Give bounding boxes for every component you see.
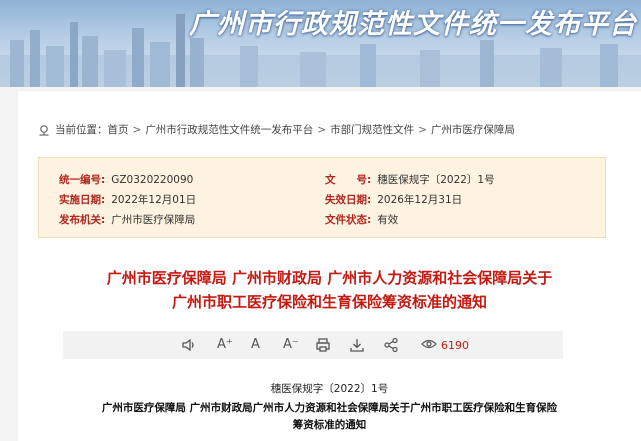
document-number: 穗医保规字〔2022〕1号 — [270, 383, 389, 395]
document-meta-box: 统一编号: GZ0320220090 文 号: 穗医保规字〔2022〕1号 实施日期… — [38, 157, 606, 238]
share-icon[interactable] — [383, 337, 399, 353]
meta-expiry: 失效日期: 2026年12月31日 — [325, 192, 462, 207]
meta-docno-label: 文 号: — [325, 174, 372, 186]
document-title-line2: 广州市职工医疗保险和生育保险筹资标准的通知 — [171, 293, 487, 311]
meta-serial: 统一编号: GZ0320220090 — [59, 172, 193, 187]
meta-status-value: 有效 — [377, 214, 399, 226]
meta-issuer-value: 广州市医疗保障局 — [111, 214, 196, 226]
meta-issuer-label: 发布机关: — [59, 214, 106, 226]
font-reset-button[interactable]: A — [251, 337, 260, 353]
location-pin-icon — [38, 124, 50, 136]
meta-status: 文件状态: 有效 — [325, 212, 398, 227]
breadcrumb-category-link[interactable]: 市部门规范性文件 — [330, 122, 414, 137]
font-increase-button[interactable]: A⁺ — [217, 337, 233, 353]
eye-icon — [421, 338, 437, 353]
breadcrumb-separator: > — [418, 123, 427, 136]
meta-issuer: 发布机关: 广州市医疗保障局 — [59, 212, 195, 227]
meta-serial-value: GZ0320220090 — [111, 174, 194, 186]
document-title-line1: 广州市医疗保障局 广州市财政局 广州市人力资源和社会保障局关于 — [106, 269, 553, 287]
site-title: 广州市行政规范性文件统一发布平台 — [189, 9, 637, 40]
meta-expiry-label: 失效日期: — [325, 194, 372, 206]
meta-docno-value: 穗医保规字〔2022〕1号 — [377, 174, 495, 186]
meta-expiry-value: 2026年12月31日 — [377, 194, 463, 206]
breadcrumb-platform-link[interactable]: 广州市行政规范性文件统一发布平台 — [145, 122, 313, 137]
print-icon[interactable] — [315, 337, 331, 353]
header-banner: 广州市行政规范性文件统一发布平台 — [0, 0, 641, 87]
speaker-icon[interactable] — [181, 337, 197, 353]
body-title-line1: 广州市医疗保障局 广州市财政局广州市人力资源和社会保障局关于广州市职工医疗保险和… — [101, 402, 558, 414]
content-card: 当前位置： 首页 > 广州市行政规范性文件统一发布平台 > 市部门规范性文件 >… — [18, 91, 641, 441]
body-title-line2: 筹资标准的通知 — [292, 419, 367, 431]
meta-status-label: 文件状态: — [325, 214, 372, 226]
view-count: 6190 — [421, 338, 469, 353]
article-toolbar: A⁺ A A⁻ 6190 — [63, 331, 563, 359]
breadcrumb-home-link[interactable]: 首页 — [108, 122, 129, 137]
font-decrease-button[interactable]: A⁻ — [283, 337, 299, 353]
breadcrumb-separator: > — [132, 123, 142, 136]
breadcrumb: 当前位置： 首页 > 广州市行政规范性文件统一发布平台 > 市部门规范性文件 >… — [38, 122, 515, 137]
meta-implementation: 实施日期: 2022年12月01日 — [59, 192, 196, 207]
meta-docno: 文 号: 穗医保规字〔2022〕1号 — [325, 172, 495, 187]
meta-impl-value: 2022年12月01日 — [111, 194, 197, 206]
view-count-value: 6190 — [441, 339, 469, 352]
download-icon[interactable] — [349, 337, 365, 353]
meta-serial-label: 统一编号: — [59, 174, 106, 186]
breadcrumb-agency-link[interactable]: 广州市医疗保障局 — [431, 122, 515, 137]
body-title: 广州市医疗保障局 广州市财政局广州市人力资源和社会保障局关于广州市职工医疗保险和… — [58, 400, 601, 434]
breadcrumb-separator: > — [317, 123, 327, 136]
meta-impl-label: 实施日期: — [59, 194, 106, 206]
breadcrumb-label: 当前位置： — [55, 124, 108, 136]
